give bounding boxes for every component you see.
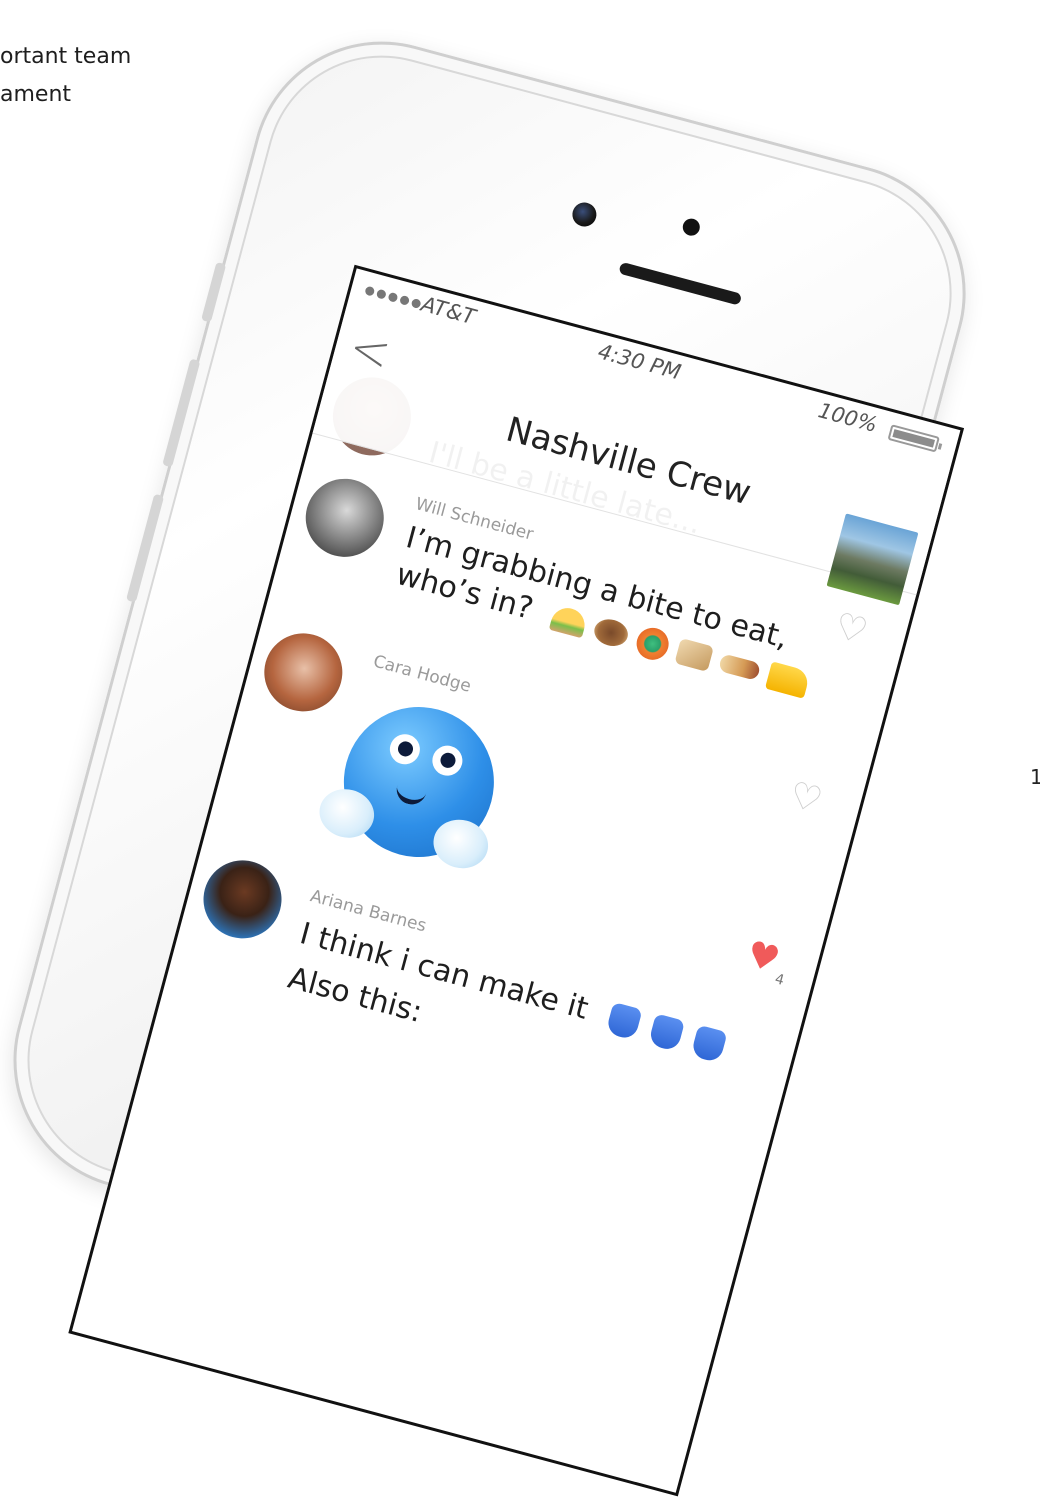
phone-mockup: AT&T 4:30 PM 100% < Nashville Crew I'll …: [0, 12, 1040, 1497]
burrito-icon: [718, 652, 762, 681]
blue-smiley-sticker: [314, 690, 511, 875]
phone-screen: AT&T 4:30 PM 100% < Nashville Crew I'll …: [68, 264, 965, 1497]
cheese-icon: [765, 660, 812, 699]
phone-volume-down: [126, 493, 165, 603]
orange-icon: [633, 623, 673, 664]
background-text-line-2: ament: [0, 82, 72, 107]
background-side-number: 1: [1030, 765, 1040, 789]
phone-body: AT&T 4:30 PM 100% < Nashville Crew I'll …: [0, 12, 995, 1497]
cookie-icon: [591, 615, 632, 650]
crossed-fingers-icon: [605, 1001, 643, 1041]
battery-icon: [887, 424, 943, 453]
crossed-fingers-icon: [648, 1012, 686, 1052]
signal-strength-icon: [364, 285, 422, 310]
phone-mute-switch: [201, 261, 227, 323]
earpiece-speaker: [618, 261, 743, 306]
like-heart-icon[interactable]: ♡: [785, 774, 827, 822]
background-text: ortant team ament: [0, 38, 131, 114]
front-camera: [569, 199, 600, 230]
phone-volume-up: [162, 358, 201, 468]
crossed-fingers-icon: [690, 1024, 728, 1063]
background-text-line-1: ortant team: [0, 44, 132, 69]
proximity-sensor: [680, 216, 702, 238]
toast-icon: [674, 637, 715, 672]
crossed-fingers-emoji-strip: [605, 1001, 728, 1063]
avatar[interactable]: [296, 470, 393, 566]
carrier-name: AT&T: [418, 291, 478, 330]
like-heart-icon[interactable]: ♡: [830, 605, 872, 653]
taco-icon: [549, 603, 589, 638]
battery-percentage: 100%: [815, 398, 880, 437]
